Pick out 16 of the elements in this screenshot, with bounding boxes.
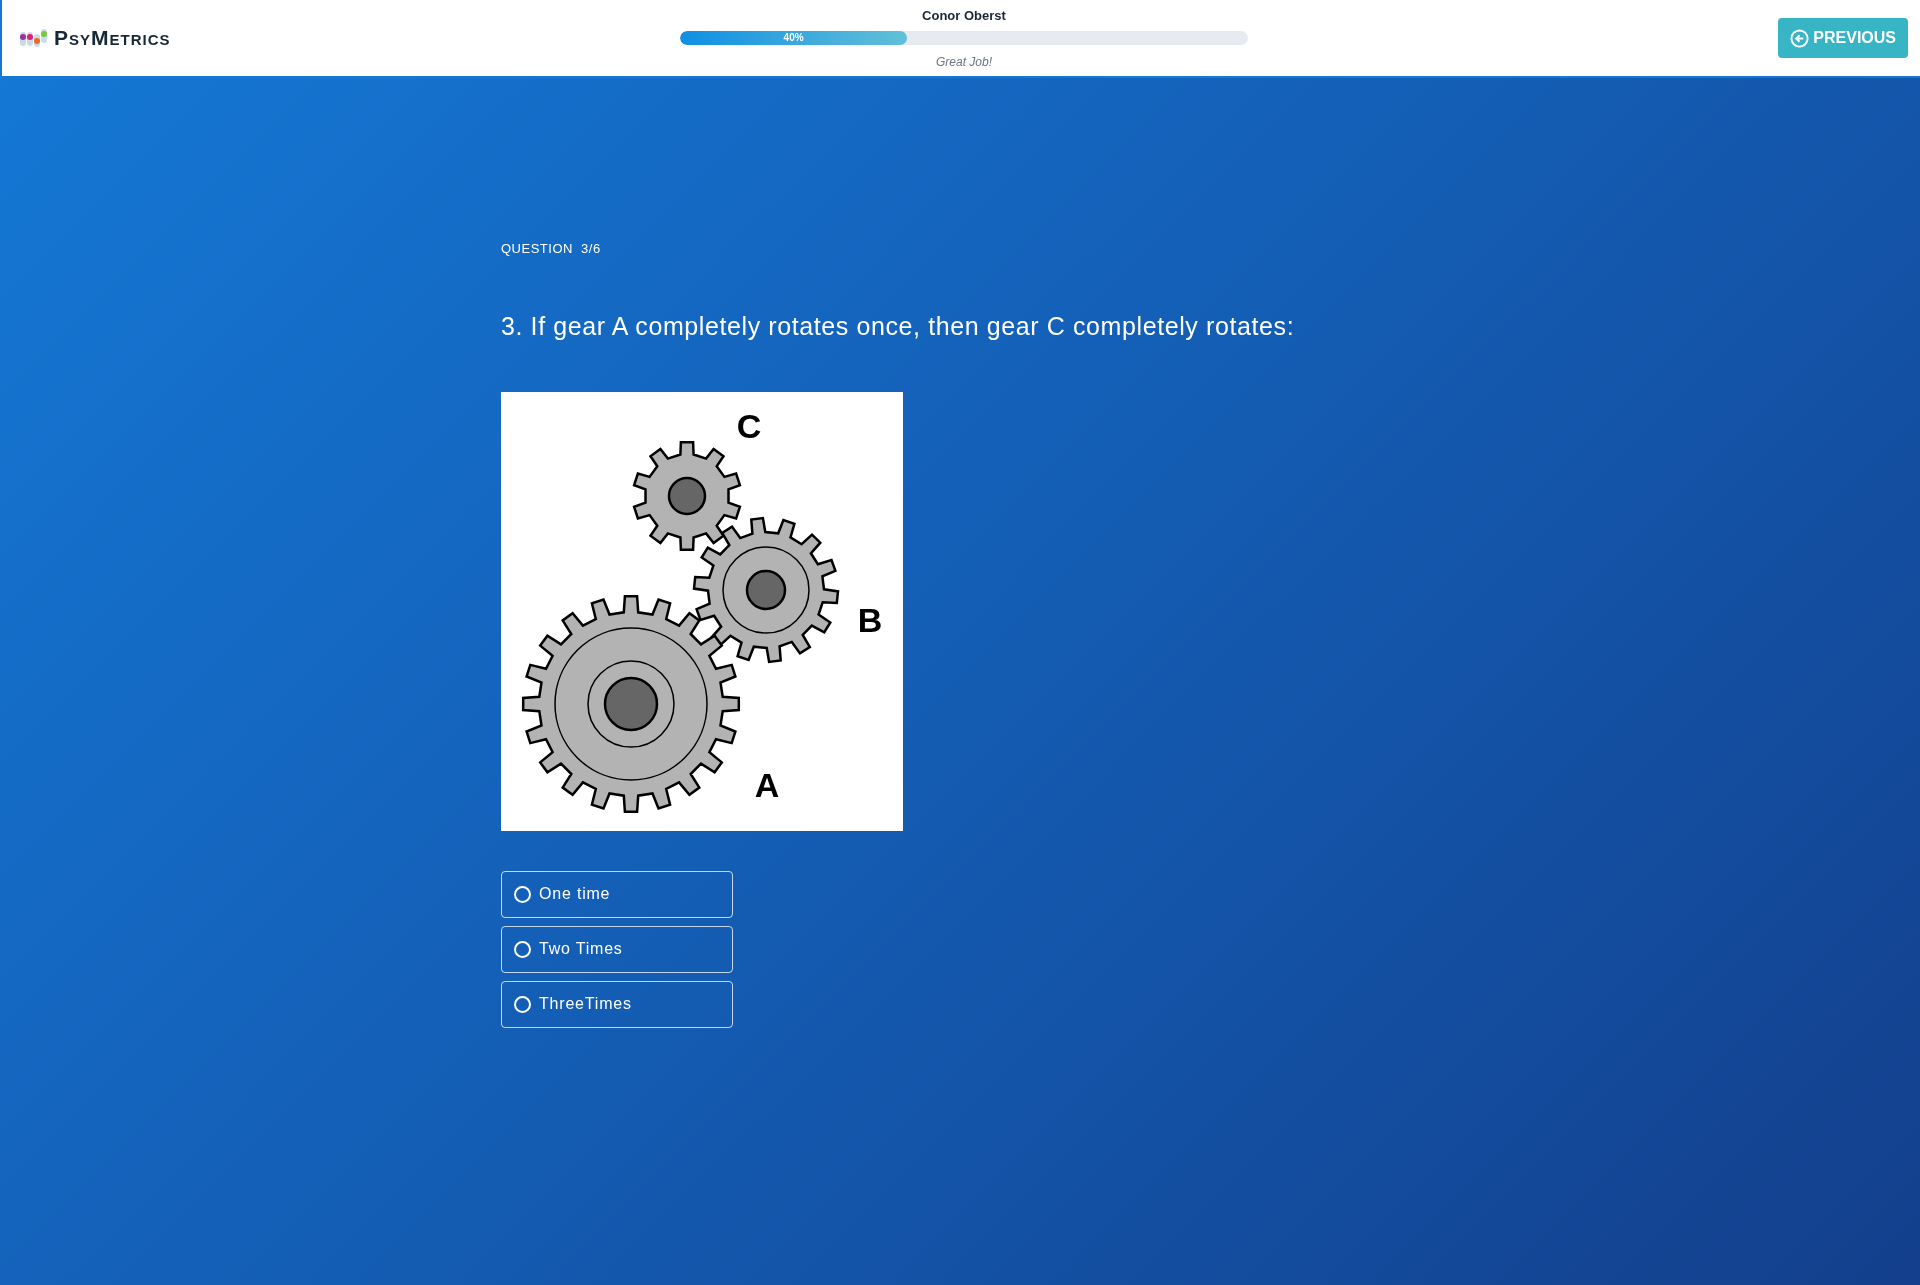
logo-icon: [20, 29, 50, 47]
question-text: 3. If gear A completely rotates once, then gear C completely rotates:: [501, 311, 1295, 342]
radio-icon: [514, 995, 531, 1013]
gear-label: B: [857, 600, 883, 639]
candidate-name: Conor Oberst: [922, 8, 1006, 23]
gear-label: C: [736, 406, 762, 445]
question-counter: QUESTION 3/6: [501, 241, 601, 256]
radio-icon: [514, 885, 531, 903]
encouragement-text: Great Job!: [936, 55, 992, 69]
answer-option[interactable]: ThreeTimes: [501, 980, 733, 1028]
radio-icon: [514, 940, 531, 958]
progress-fill: 40%: [680, 31, 908, 45]
gear-label: A: [754, 765, 780, 804]
answer-option[interactable]: Two Times: [501, 925, 733, 973]
logo-text: PsyMetrics: [54, 25, 171, 52]
answer-option[interactable]: One time: [501, 870, 733, 918]
